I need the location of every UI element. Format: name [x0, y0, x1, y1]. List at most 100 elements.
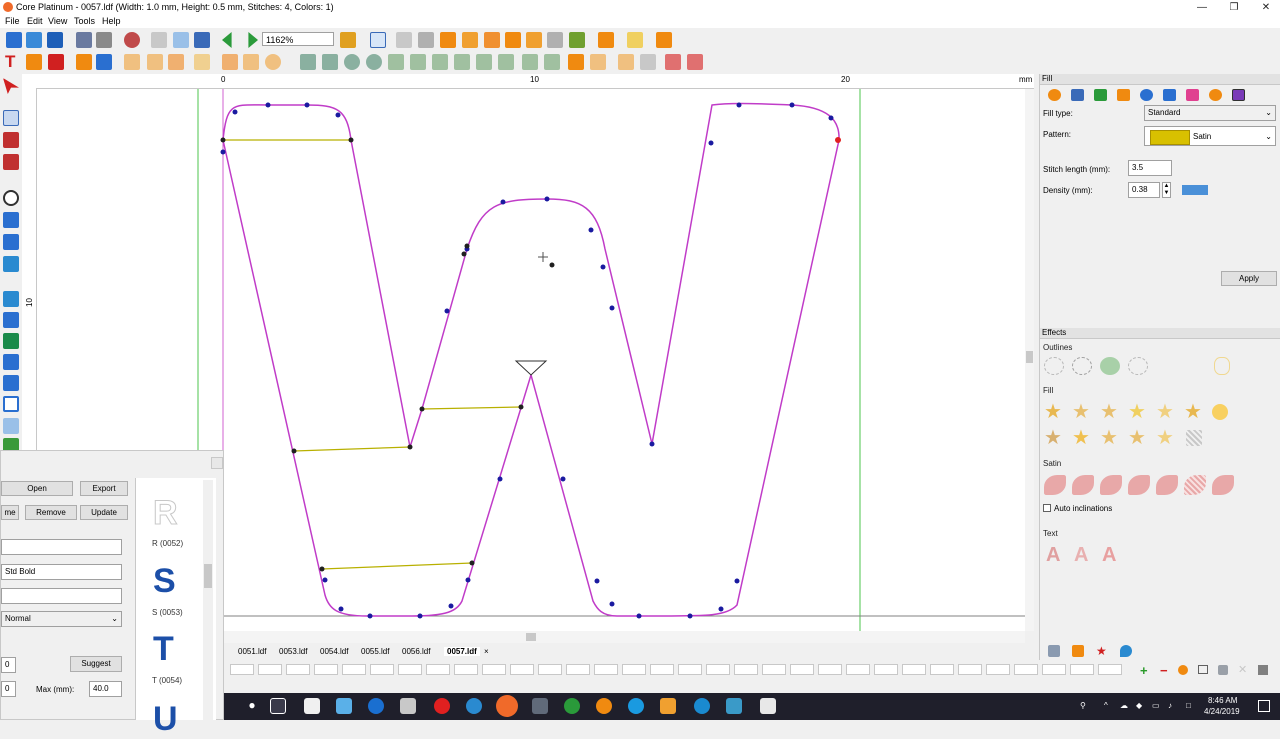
align-left-icon[interactable]: [388, 54, 404, 70]
ie-icon[interactable]: [466, 698, 482, 714]
app-icon[interactable]: [532, 698, 548, 714]
color-tab-icon[interactable]: [1186, 89, 1199, 101]
color-chip[interactable]: [314, 664, 338, 675]
distribute-v-icon[interactable]: [544, 54, 560, 70]
print-preview-icon[interactable]: [96, 32, 112, 48]
color-chip[interactable]: [566, 664, 590, 675]
leaf-effect-icon[interactable]: [1100, 475, 1122, 495]
menu-file[interactable]: File: [5, 16, 20, 26]
star-tab-icon[interactable]: ★: [1096, 645, 1108, 657]
star-effect-icon[interactable]: ★: [1100, 428, 1122, 448]
monitor-icon[interactable]: [1198, 665, 1208, 674]
sequence-icon[interactable]: [340, 32, 356, 48]
tab-0057-active[interactable]: 0057.ldf: [444, 647, 480, 656]
color-chip[interactable]: [482, 664, 506, 675]
fill-tab-icon[interactable]: [1048, 89, 1061, 101]
pattern-select[interactable]: Satin ⌄: [1144, 126, 1276, 146]
dropbox-icon[interactable]: ◆: [1136, 701, 1142, 710]
star-effect-icon[interactable]: ★: [1128, 428, 1150, 448]
leaf-effect-icon[interactable]: [1184, 475, 1206, 495]
volume-icon[interactable]: ♪: [1168, 701, 1172, 710]
info-icon[interactable]: [3, 375, 19, 391]
picture-icon[interactable]: [96, 54, 112, 70]
tool-icon[interactable]: [1218, 665, 1228, 675]
star-effect-icon[interactable]: ★: [1100, 402, 1122, 422]
leaf-effect-icon[interactable]: [1044, 475, 1066, 495]
menu-view[interactable]: View: [48, 16, 67, 26]
resize-icon[interactable]: [590, 54, 606, 70]
monogram-icon[interactable]: [26, 54, 42, 70]
leaf-effect-icon[interactable]: [1212, 475, 1234, 495]
glyph-list-scrollbar[interactable]: [203, 480, 213, 720]
reshape-icon[interactable]: [3, 154, 19, 170]
mail-icon[interactable]: [336, 698, 352, 714]
effect-4-icon[interactable]: [505, 32, 521, 48]
pan-icon[interactable]: [3, 212, 19, 228]
star-effect-icon[interactable]: ★: [1128, 402, 1150, 422]
stitch-length-input[interactable]: 3.5: [1128, 160, 1172, 176]
effect-5-icon[interactable]: [526, 32, 542, 48]
align-right-icon[interactable]: [432, 54, 448, 70]
tool-icon[interactable]: [656, 32, 672, 48]
color-chip[interactable]: [370, 664, 394, 675]
people-icon[interactable]: ⚲: [1080, 701, 1086, 710]
glyph-s[interactable]: S: [153, 562, 176, 601]
fire-icon[interactable]: [76, 54, 92, 70]
app-icon[interactable]: [694, 698, 710, 714]
image-icon[interactable]: [3, 256, 19, 272]
store-icon[interactable]: [304, 698, 320, 714]
color-chip[interactable]: [342, 664, 366, 675]
color-chip[interactable]: [678, 664, 702, 675]
rotate-left-icon[interactable]: [344, 54, 360, 70]
color-chip[interactable]: [1014, 664, 1038, 675]
color-chip[interactable]: [594, 664, 618, 675]
outline-effect-icon[interactable]: [1100, 357, 1120, 375]
skype-icon[interactable]: [628, 698, 644, 714]
update-button[interactable]: Update: [80, 505, 128, 520]
fill-type-select[interactable]: Standard ⌄: [1144, 105, 1276, 121]
pen-icon[interactable]: [400, 698, 416, 714]
add-color-icon[interactable]: +: [1140, 663, 1148, 678]
leaf-effect-icon[interactable]: [1156, 475, 1178, 495]
tab-0056[interactable]: 0056.ldf: [402, 647, 430, 656]
split-icon[interactable]: [547, 32, 563, 48]
leaf-effect-icon[interactable]: [1072, 475, 1094, 495]
tab-0055[interactable]: 0055.ldf: [361, 647, 389, 656]
tab-close-button[interactable]: ×: [484, 647, 489, 656]
vertical-scrollbar[interactable]: [1025, 89, 1034, 631]
list-tab-icon[interactable]: [1048, 645, 1060, 657]
close-button[interactable]: ✕: [1250, 0, 1280, 15]
color-chip[interactable]: [454, 664, 478, 675]
star-effect-icon[interactable]: ★: [1072, 428, 1094, 448]
auto-inclinations-checkbox[interactable]: [1043, 504, 1051, 512]
new-icon[interactable]: [6, 32, 22, 48]
ungroup-icon[interactable]: [243, 54, 259, 70]
delete-icon[interactable]: [665, 54, 681, 70]
glyph-r[interactable]: R: [153, 494, 179, 533]
tab-0051[interactable]: 0051.ldf: [238, 647, 266, 656]
font-field-3[interactable]: [1, 588, 122, 604]
paste-icon[interactable]: [194, 32, 210, 48]
cancel-icon[interactable]: ✕: [1238, 663, 1247, 676]
align-1-icon[interactable]: [124, 54, 140, 70]
color-chip[interactable]: [1042, 664, 1066, 675]
text-effect-icon[interactable]: A: [1102, 544, 1116, 567]
glyph-list[interactable]: R R (0052) S S (0053) T T (0054) U: [135, 478, 216, 738]
circle-icon[interactable]: [265, 54, 281, 70]
density-input[interactable]: 0.38: [1128, 182, 1160, 198]
density-stepper[interactable]: ▲ ▼: [1162, 182, 1171, 198]
menu-edit[interactable]: Edit: [27, 16, 43, 26]
effects-tab-icon[interactable]: [1117, 89, 1130, 101]
wand-icon[interactable]: [627, 32, 643, 48]
color-chip[interactable]: [426, 664, 450, 675]
zoom-select[interactable]: 1162%: [262, 32, 334, 46]
color-chip[interactable]: [874, 664, 898, 675]
glyph-list-scroll-thumb[interactable]: [204, 564, 212, 588]
background-icon[interactable]: [3, 418, 19, 434]
min-input[interactable]: 0: [1, 657, 16, 673]
center-icon[interactable]: [568, 54, 584, 70]
opera-icon[interactable]: [434, 698, 450, 714]
node-path-icon[interactable]: [3, 354, 19, 370]
vertical-scroll-thumb[interactable]: [1026, 351, 1033, 363]
microphone-icon[interactable]: ●: [244, 698, 260, 714]
